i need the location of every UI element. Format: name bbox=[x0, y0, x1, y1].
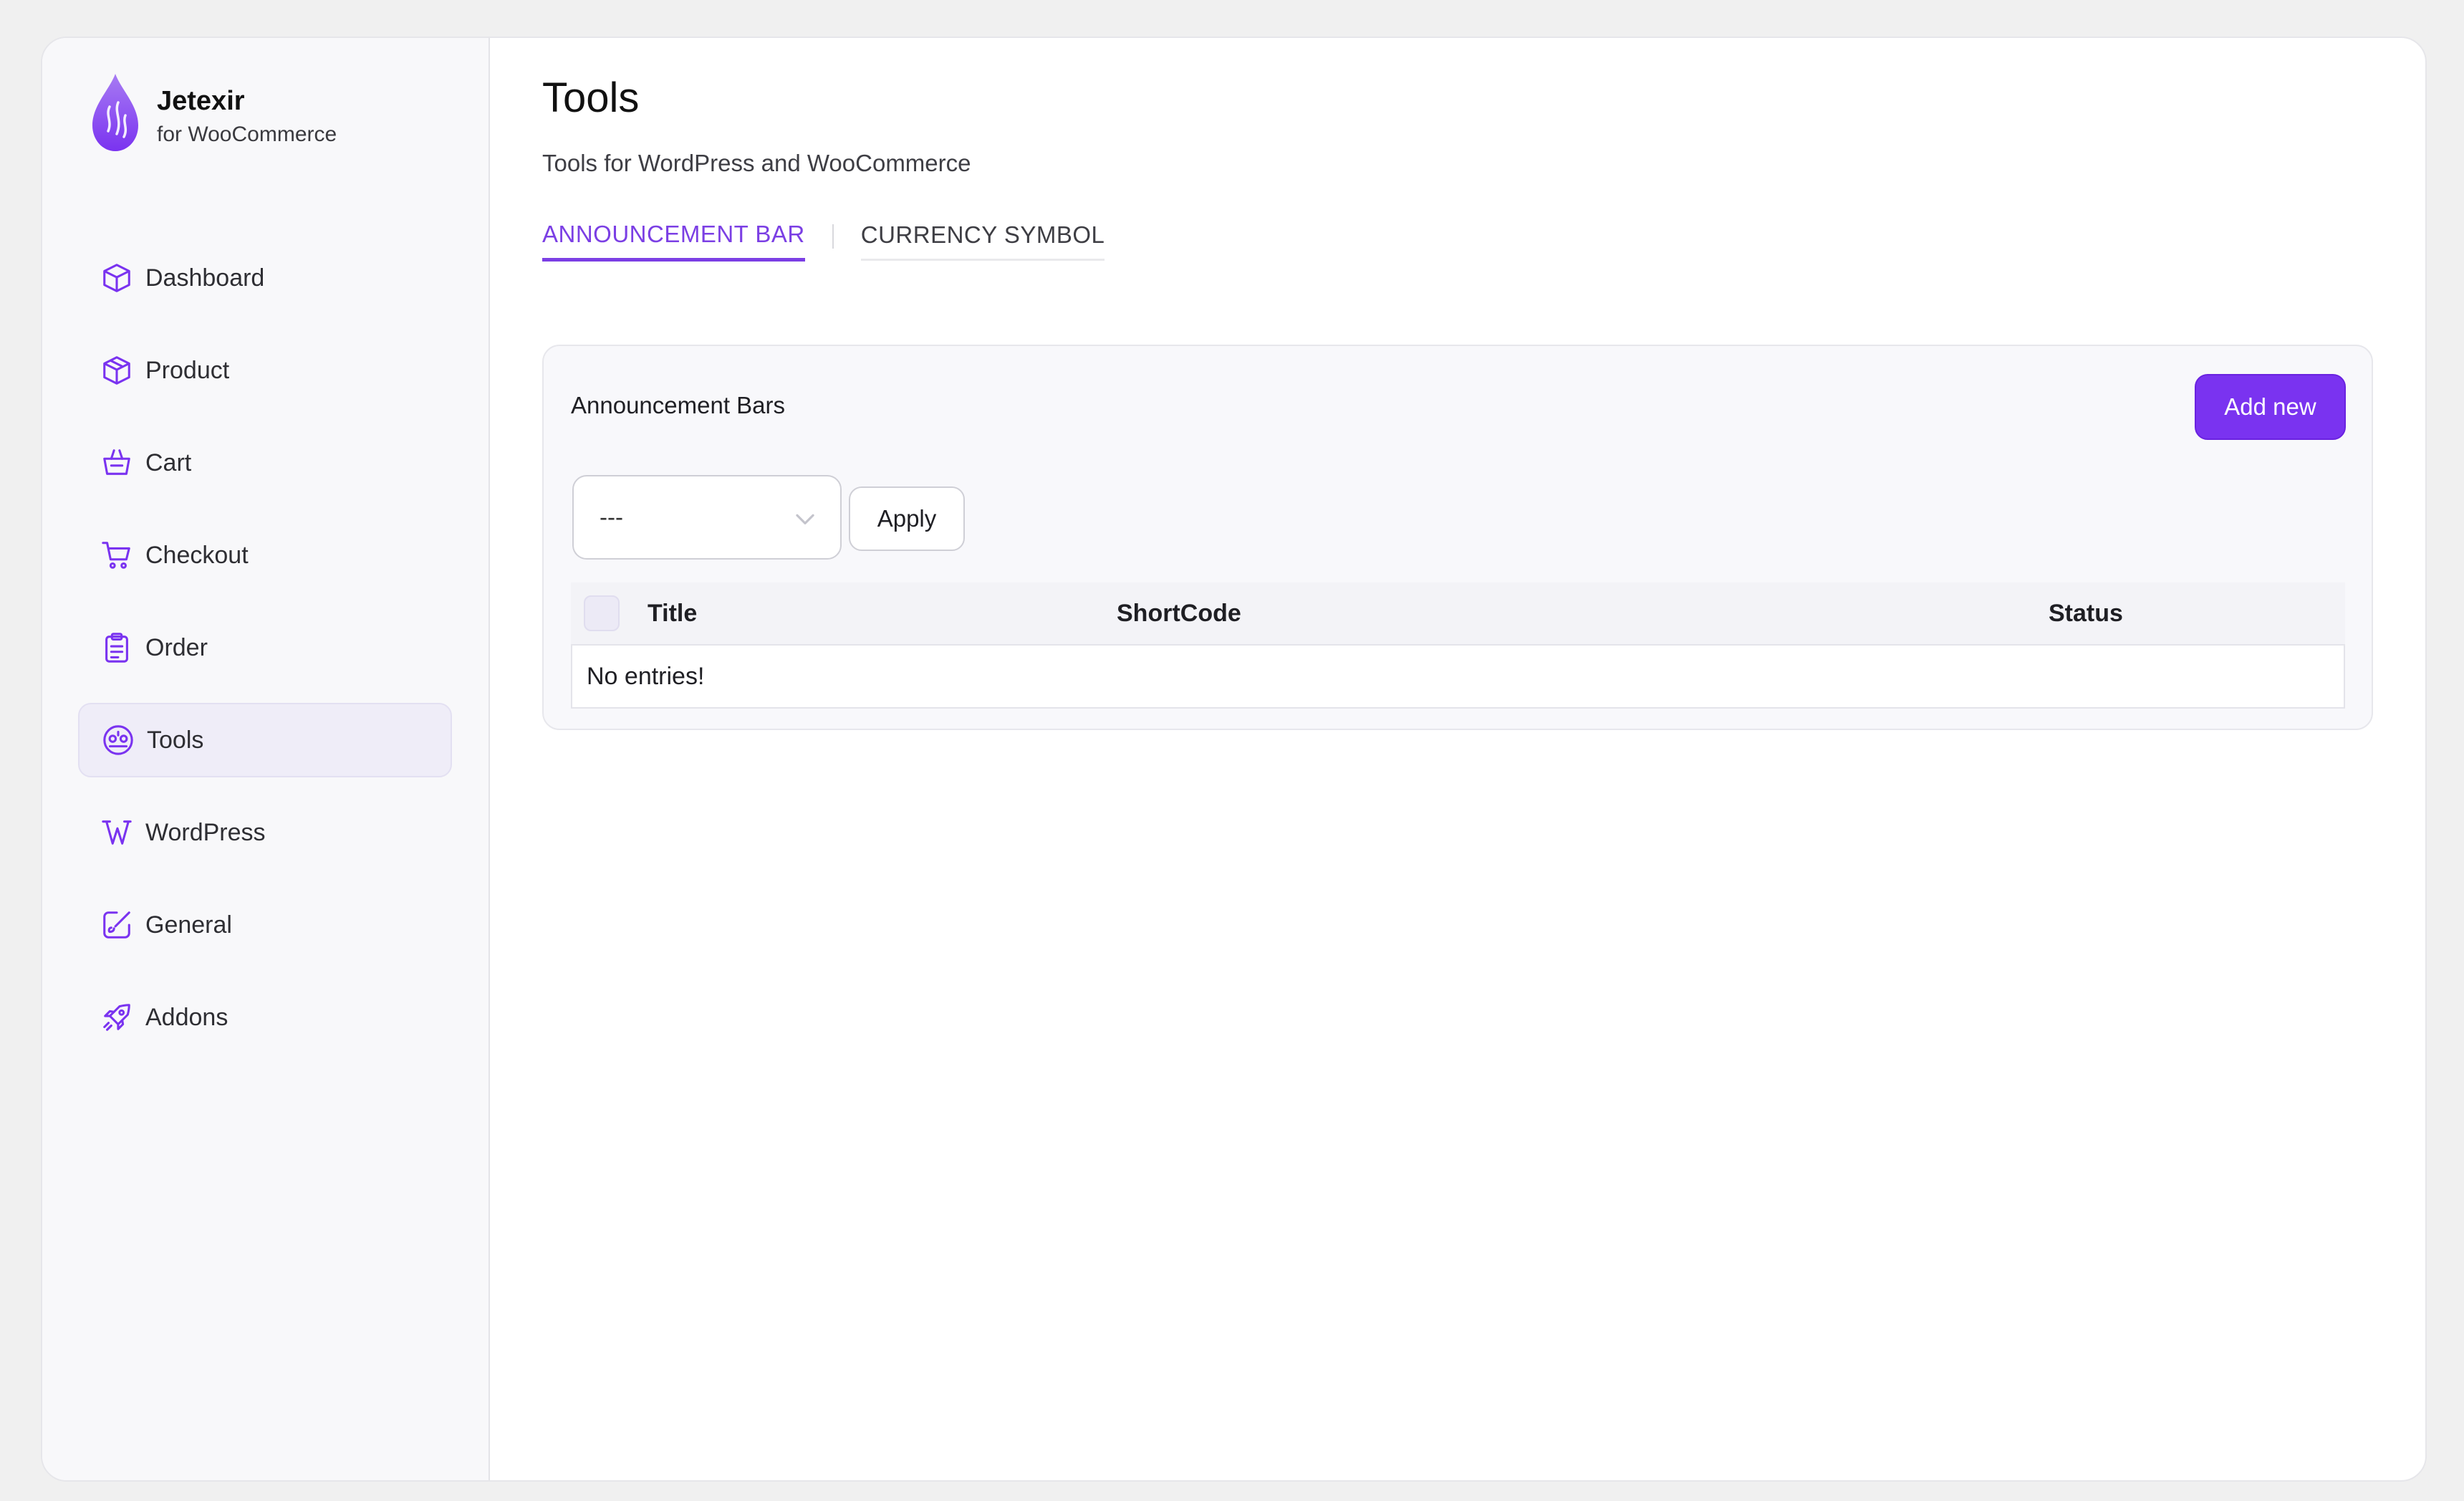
wordpress-icon bbox=[100, 815, 134, 850]
tab-announcement-bar[interactable]: ANNOUNCEMENT BAR bbox=[542, 221, 805, 262]
sidebar-item-general[interactable]: General bbox=[78, 888, 452, 962]
sidebar-item-label: Cart bbox=[145, 449, 192, 476]
panel-title: Announcement Bars bbox=[571, 392, 786, 418]
app-window: Jetexir for WooCommerce Dashboard Produc… bbox=[41, 37, 2427, 1482]
sidebar-item-addons[interactable]: Addons bbox=[78, 980, 452, 1055]
tab-bar: ANNOUNCEMENT BAR CURRENCY SYMBOL bbox=[542, 221, 1105, 262]
announcement-bars-panel: Announcement Bars Add new --- Apply Titl… bbox=[542, 345, 2373, 730]
sidebar-nav: Dashboard Product Cart Checkout Order To… bbox=[78, 241, 452, 1073]
sidebar-item-label: Addons bbox=[145, 1003, 228, 1031]
tools-icon bbox=[101, 723, 135, 757]
sidebar-item-order[interactable]: Order bbox=[78, 610, 452, 685]
main-content: Tools Tools for WordPress and WooCommerc… bbox=[490, 38, 2425, 1480]
brand-name: Jetexir bbox=[157, 86, 245, 116]
sidebar-item-wordpress[interactable]: WordPress bbox=[78, 795, 452, 870]
page-title: Tools bbox=[542, 75, 640, 121]
column-header-status[interactable]: Status bbox=[2049, 600, 2123, 628]
announcement-bars-table: Title ShortCode Status No entries! bbox=[571, 582, 2345, 709]
sidebar-item-label: Order bbox=[145, 633, 208, 661]
sidebar-item-label: Tools bbox=[147, 726, 204, 754]
clipboard-icon bbox=[100, 630, 134, 665]
add-new-button[interactable]: Add new bbox=[2195, 374, 2346, 440]
empty-message: No entries! bbox=[587, 662, 705, 690]
bulk-action-select[interactable]: --- bbox=[572, 475, 842, 560]
sidebar-item-label: WordPress bbox=[145, 818, 266, 846]
sidebar-item-label: General bbox=[145, 911, 232, 939]
column-header-shortcode[interactable]: ShortCode bbox=[1117, 600, 1241, 628]
sidebar-item-cart[interactable]: Cart bbox=[78, 426, 452, 500]
bulk-action-value: --- bbox=[600, 504, 623, 530]
select-all-checkbox[interactable] bbox=[584, 595, 620, 631]
sidebar-item-product[interactable]: Product bbox=[78, 333, 452, 408]
brush-icon bbox=[100, 908, 134, 942]
brand[interactable]: Jetexir for WooCommerce bbox=[88, 71, 337, 154]
page-subtitle: Tools for WordPress and WooCommerce bbox=[542, 150, 971, 176]
apply-button[interactable]: Apply bbox=[849, 486, 965, 551]
sidebar-item-label: Product bbox=[145, 356, 230, 384]
column-header-title[interactable]: Title bbox=[648, 600, 697, 628]
cube-icon bbox=[100, 261, 134, 295]
brand-subtitle: for WooCommerce bbox=[157, 123, 337, 146]
basket-icon bbox=[100, 446, 134, 480]
package-icon bbox=[100, 353, 134, 388]
sidebar-item-dashboard[interactable]: Dashboard bbox=[78, 241, 452, 315]
rocket-icon bbox=[100, 1000, 134, 1035]
sidebar-item-label: Dashboard bbox=[145, 264, 265, 292]
flame-drop-logo bbox=[92, 74, 138, 151]
tab-currency-symbol[interactable]: CURRENCY SYMBOL bbox=[860, 221, 1105, 261]
sidebar-item-label: Checkout bbox=[145, 541, 249, 569]
chevron-down-icon bbox=[796, 514, 814, 524]
cart-icon bbox=[100, 538, 134, 572]
sidebar-item-tools[interactable]: Tools bbox=[78, 703, 452, 777]
table-header: Title ShortCode Status bbox=[571, 582, 2345, 644]
sidebar: Jetexir for WooCommerce Dashboard Produc… bbox=[42, 38, 490, 1480]
table-empty-row: No entries! bbox=[571, 644, 2345, 709]
sidebar-item-checkout[interactable]: Checkout bbox=[78, 518, 452, 593]
tab-divider bbox=[832, 224, 834, 249]
